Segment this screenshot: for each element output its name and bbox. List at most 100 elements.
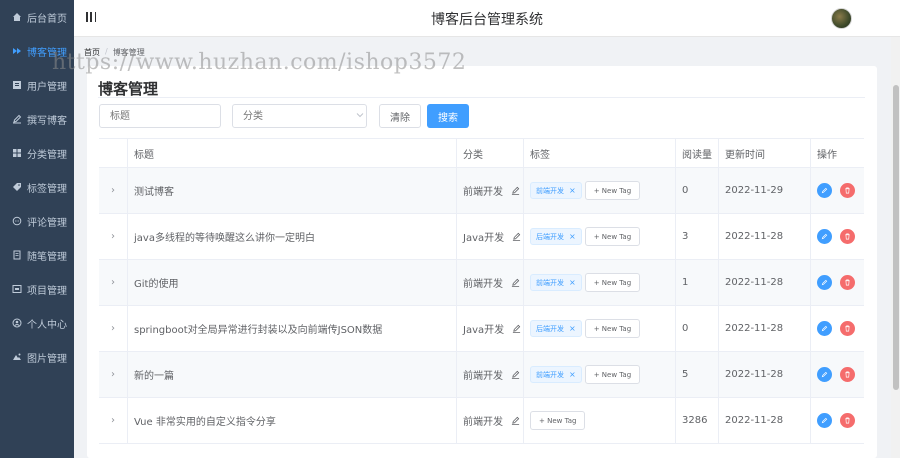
title-cell: Git的使用 bbox=[128, 260, 457, 305]
edit-category-icon[interactable] bbox=[512, 232, 521, 241]
expand-cell: › bbox=[99, 260, 128, 305]
tags-cell: 前端开发 × + New Tag bbox=[524, 168, 676, 213]
sidebar-item-blog[interactable]: 博客管理 bbox=[0, 34, 74, 68]
views-cell: 3 bbox=[676, 214, 719, 259]
clear-button[interactable]: 清除 bbox=[379, 104, 421, 128]
chevron-right-icon[interactable]: › bbox=[111, 277, 115, 288]
blog-table: 标题 分类 标签 阅读量 更新时间 操作 › 测试博客 前端开发 前端开发 × + New… bbox=[99, 138, 864, 444]
tag-chip-label: 前端开发 bbox=[536, 186, 564, 195]
chevron-right-icon[interactable]: › bbox=[111, 185, 115, 196]
new-tag-button[interactable]: + New Tag bbox=[584, 273, 641, 292]
tag-chip-label: 后端开发 bbox=[536, 232, 564, 241]
trash-icon bbox=[845, 279, 850, 286]
category-cell: 前端开发 bbox=[457, 352, 524, 397]
new-tag-button[interactable]: + New Tag bbox=[584, 365, 641, 384]
actions-cell bbox=[811, 260, 864, 305]
table-row[interactable]: › springboot对全局异常进行封装以及向前端传JSON数据 Java开发 后端… bbox=[99, 306, 864, 352]
avatar[interactable] bbox=[831, 8, 852, 29]
table-header: 标题 分类 标签 阅读量 更新时间 操作 bbox=[99, 139, 864, 168]
sidebar-item-label: 评论管理 bbox=[27, 217, 67, 229]
table-row[interactable]: › java多线程的等待唤醒这么讲你一定明白 Java开发 后端开发 × + New Ta… bbox=[99, 214, 864, 260]
edit-category-icon[interactable] bbox=[511, 370, 520, 379]
updated-cell: 2022-11-28 bbox=[719, 214, 811, 259]
close-icon[interactable]: × bbox=[569, 232, 576, 241]
sidebar-item-category[interactable]: 分类管理 bbox=[0, 136, 74, 170]
delete-button[interactable] bbox=[840, 321, 855, 336]
chevron-right-icon[interactable]: › bbox=[111, 369, 115, 380]
new-tag-button[interactable]: + New Tag bbox=[530, 411, 586, 430]
new-tag-button[interactable]: + New Tag bbox=[584, 227, 641, 246]
user-list-icon bbox=[12, 80, 22, 90]
new-tag-button[interactable]: + New Tag bbox=[584, 319, 641, 338]
breadcrumb-current: 博客管理 bbox=[112, 48, 145, 57]
tag-chip-label: 前端开发 bbox=[536, 278, 564, 287]
views-cell: 0 bbox=[676, 306, 719, 351]
table-row[interactable]: › Vue 非常实用的自定义指令分享 前端开发 + New Tag 3286 2022-1… bbox=[99, 398, 864, 444]
expand-column-header bbox=[99, 139, 128, 167]
chevron-right-icon[interactable]: › bbox=[111, 323, 115, 334]
edit-button[interactable] bbox=[817, 229, 832, 244]
delete-button[interactable] bbox=[840, 367, 855, 382]
close-icon[interactable]: × bbox=[569, 278, 576, 287]
column-header-actions: 操作 bbox=[817, 149, 837, 161]
pencil-icon bbox=[821, 279, 828, 286]
category-text: Java开发 bbox=[463, 233, 505, 244]
sidebar-item-projects[interactable]: 项目管理 bbox=[0, 272, 74, 306]
chevron-right-icon[interactable]: › bbox=[111, 415, 115, 426]
close-icon[interactable]: × bbox=[569, 186, 576, 195]
sidebar-item-comments[interactable]: 评论管理 bbox=[0, 204, 74, 238]
new-tag-button[interactable]: + New Tag bbox=[584, 181, 641, 200]
edit-button[interactable] bbox=[817, 413, 832, 428]
table-row[interactable]: › 新的一篇 前端开发 前端开发 × + New Tag 5 2022-11-28 bbox=[99, 352, 864, 398]
edit-button[interactable] bbox=[817, 321, 832, 336]
sidebar-item-write[interactable]: 撰写博客 bbox=[0, 102, 74, 136]
delete-button[interactable] bbox=[840, 183, 855, 198]
edit-category-icon[interactable] bbox=[512, 324, 521, 333]
category-cell: Java开发 bbox=[457, 306, 524, 351]
delete-button[interactable] bbox=[840, 229, 855, 244]
sidebar-item-profile[interactable]: 个人中心 bbox=[0, 306, 74, 340]
sidebar-item-label: 分类管理 bbox=[27, 149, 67, 161]
breadcrumb-home[interactable]: 首页 bbox=[84, 47, 100, 58]
edit-category-icon[interactable] bbox=[511, 186, 520, 195]
category-select[interactable] bbox=[232, 104, 367, 128]
expand-cell: › bbox=[99, 352, 128, 397]
pencil-icon bbox=[821, 371, 828, 378]
delete-button[interactable] bbox=[840, 275, 855, 290]
column-header-category: 分类 bbox=[457, 139, 524, 167]
column-header-views: 阅读量 bbox=[676, 139, 719, 167]
table-row[interactable]: › 测试博客 前端开发 前端开发 × + New Tag 0 2022-11-29 bbox=[99, 168, 864, 214]
edit-button[interactable] bbox=[817, 367, 832, 382]
sidebar-item-home[interactable]: 后台首页 bbox=[0, 0, 74, 34]
sidebar-item-users[interactable]: 用户管理 bbox=[0, 68, 74, 102]
sidebar-item-notes[interactable]: 随笔管理 bbox=[0, 238, 74, 272]
edit-category-icon[interactable] bbox=[511, 416, 520, 425]
expand-cell: › bbox=[99, 214, 128, 259]
category-cell: 前端开发 bbox=[457, 398, 524, 443]
pencil-icon bbox=[821, 417, 828, 424]
edit-category-icon[interactable] bbox=[511, 278, 520, 287]
title-cell: 新的一篇 bbox=[128, 352, 457, 397]
page-scrollbar[interactable] bbox=[891, 37, 900, 458]
table-row[interactable]: › Git的使用 前端开发 前端开发 × + New Tag 1 2022-11-28 bbox=[99, 260, 864, 306]
search-button[interactable]: 搜索 bbox=[427, 104, 469, 128]
close-icon[interactable]: × bbox=[569, 370, 576, 379]
sidebar: 后台首页 博客管理 用户管理 撰写博客 分类管理 标签管理 评论管理 随笔管理 … bbox=[0, 0, 74, 458]
scrollbar-thumb[interactable] bbox=[893, 85, 899, 390]
sidebar-item-tags[interactable]: 标签管理 bbox=[0, 170, 74, 204]
main-card: 博客管理 清除 搜索 标题 分类 标签 阅读量 更新时间 操作 ›测试博客前端开… bbox=[87, 66, 877, 458]
title-search-input[interactable] bbox=[99, 104, 221, 128]
delete-button[interactable] bbox=[840, 413, 855, 428]
sidebar-item-label: 标签管理 bbox=[27, 183, 67, 195]
sidebar-item-label: 后台首页 bbox=[27, 13, 67, 25]
edit-button[interactable] bbox=[817, 183, 832, 198]
updated-cell: 2022-11-29 bbox=[719, 168, 811, 213]
trash-icon bbox=[845, 233, 850, 240]
image-icon bbox=[12, 352, 22, 362]
sidebar-item-images[interactable]: 图片管理 bbox=[0, 340, 74, 374]
edit-button[interactable] bbox=[817, 275, 832, 290]
close-icon[interactable]: × bbox=[569, 324, 576, 333]
chevron-right-icon[interactable]: › bbox=[111, 231, 115, 242]
updated-cell: 2022-11-28 bbox=[719, 260, 811, 305]
project-icon bbox=[12, 284, 22, 294]
